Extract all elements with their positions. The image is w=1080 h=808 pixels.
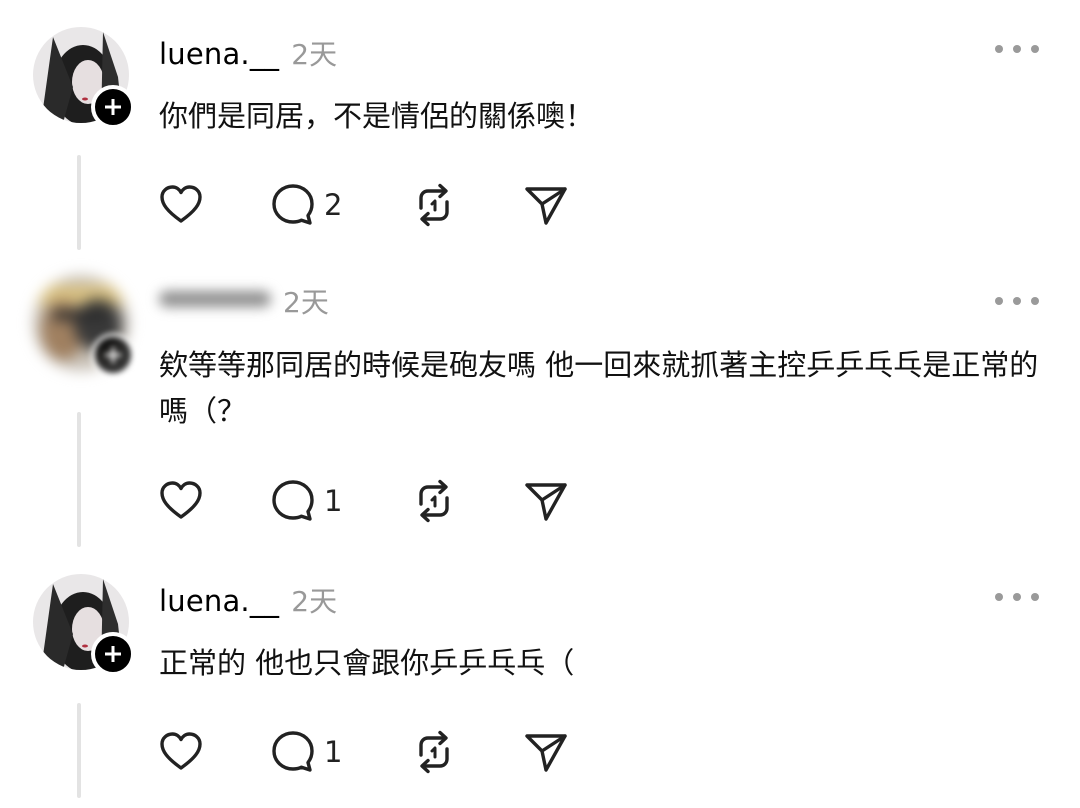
like-button[interactable]: [157, 728, 205, 776]
reply-button[interactable]: 1: [270, 478, 342, 524]
follow-button[interactable]: [91, 632, 135, 676]
more-options-button[interactable]: [995, 34, 1039, 64]
more-dots-icon: [995, 297, 1003, 305]
thread-line: [77, 412, 81, 547]
repost-button[interactable]: [411, 478, 457, 524]
avatar-wrapper[interactable]: [33, 275, 135, 377]
comment-text: 你們是同居，不是情侶的關係噢！: [159, 99, 595, 133]
reply-count: 1: [324, 735, 343, 769]
more-options-button[interactable]: [995, 286, 1039, 316]
comment-header: luena.__ 2天: [159, 580, 337, 620]
more-dots-icon: [995, 45, 1003, 53]
share-button[interactable]: [523, 182, 569, 228]
comment-text: 欸等等那同居的時候是砲友嗎 他一回來就抓著主控乒乒乓乓是正常的嗎（？: [159, 348, 1039, 428]
comment-bubble-icon: [272, 184, 314, 225]
heart-icon: [160, 732, 202, 770]
heart-icon: [160, 481, 202, 519]
repost-button[interactable]: [411, 182, 457, 228]
follow-button[interactable]: [91, 333, 135, 377]
plus-icon: [105, 99, 121, 115]
plus-icon: [105, 347, 121, 363]
reply-count: 2: [324, 188, 343, 222]
comment-bubble-icon: [272, 731, 314, 772]
comment-header: luena.__ 2天: [159, 33, 337, 73]
more-options-button[interactable]: [995, 582, 1039, 612]
repost-icon: [419, 730, 449, 774]
timestamp: 2天: [283, 286, 329, 319]
reply-button[interactable]: 1: [270, 729, 342, 775]
like-button[interactable]: [157, 181, 205, 229]
repost-icon: [419, 183, 449, 227]
comment-bubble-icon: [272, 480, 314, 521]
share-button[interactable]: [523, 729, 569, 775]
timestamp: 2天: [291, 38, 338, 71]
username[interactable]: luena.__: [159, 584, 279, 618]
send-icon: [525, 734, 567, 772]
heart-icon: [160, 185, 202, 223]
repost-icon: [419, 479, 449, 523]
follow-button[interactable]: [91, 85, 135, 129]
username[interactable]: luena.__: [159, 37, 279, 71]
thread-line: [77, 703, 81, 798]
avatar-wrapper[interactable]: [33, 574, 135, 676]
like-button[interactable]: [157, 477, 205, 525]
more-dots-icon: [995, 593, 1003, 601]
avatar-wrapper[interactable]: [33, 27, 135, 129]
share-button[interactable]: [523, 478, 569, 524]
plus-icon: [105, 646, 121, 662]
username[interactable]: [159, 285, 271, 319]
thread-line: [77, 155, 81, 250]
send-icon: [525, 187, 567, 225]
send-icon: [525, 483, 567, 521]
timestamp: 2天: [291, 585, 338, 618]
comment-text: 正常的 他也只會跟你乒乒乓乓（: [159, 646, 575, 680]
repost-button[interactable]: [411, 729, 457, 775]
reply-count: 1: [324, 484, 343, 518]
comment-header: 2天: [159, 281, 329, 321]
reply-button[interactable]: 2: [270, 182, 342, 228]
